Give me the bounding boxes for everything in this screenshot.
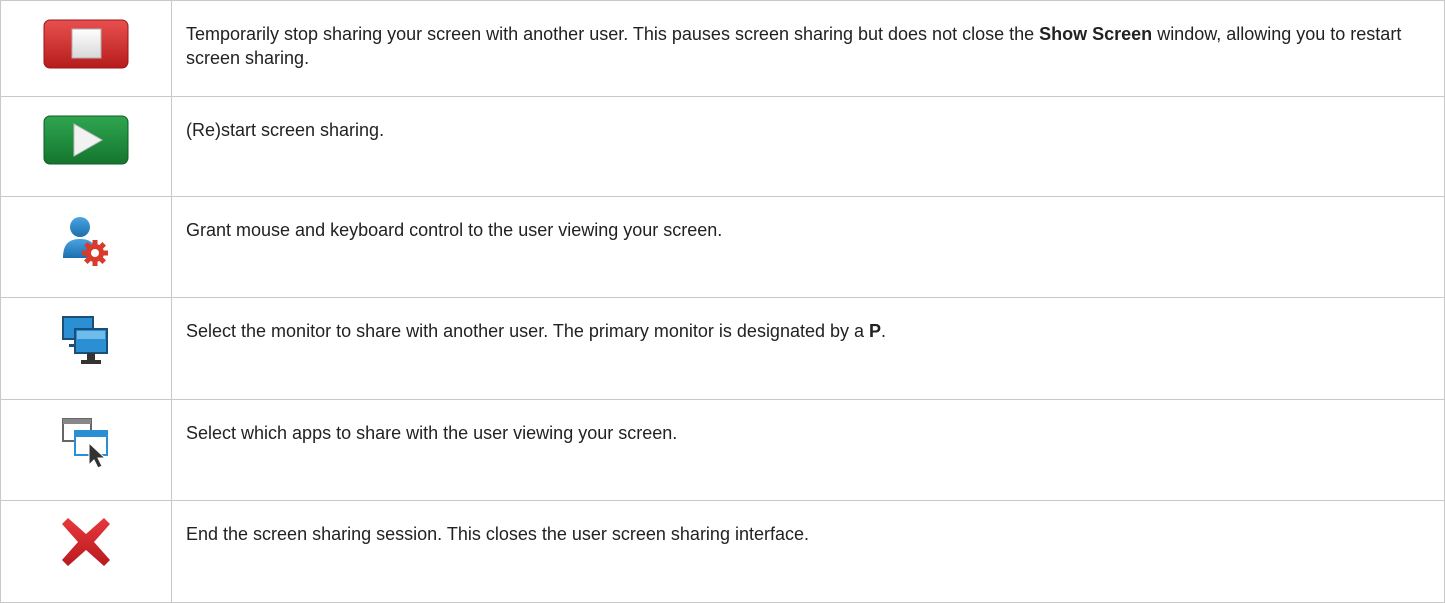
table-row: Select the monitor to share with another… [0, 297, 1445, 400]
description-cell: Grant mouse and keyboard control to the … [171, 196, 1445, 298]
icon-cell [0, 196, 172, 298]
table-row: Grant mouse and keyboard control to the … [0, 196, 1445, 298]
multi-monitor-icon [62, 316, 108, 364]
description-bold: Show Screen [1039, 24, 1153, 44]
app-window-cursor-icon [62, 418, 108, 469]
description-text: End the screen sharing session. This clo… [186, 524, 809, 544]
table-row: (Re)start screen sharing. [0, 96, 1445, 197]
description-cell: (Re)start screen sharing. [171, 96, 1445, 197]
user-gear-icon [63, 217, 108, 266]
description-text: . [881, 321, 887, 341]
screen-sharing-controls-table: Temporarily stop sharing your screen wit… [0, 0, 1445, 603]
table-row: Select which apps to share with the user… [0, 399, 1445, 501]
description-text: Select which apps to share with the user… [186, 423, 678, 443]
description-bold: P [869, 321, 882, 341]
description-text: Grant mouse and keyboard control to the … [186, 220, 723, 240]
icon-cell [0, 399, 172, 501]
description-cell: Select which apps to share with the user… [171, 399, 1445, 501]
table-row: Temporarily stop sharing your screen wit… [0, 0, 1445, 97]
play-icon [43, 115, 129, 165]
icon-cell [0, 0, 172, 97]
description-text: Temporarily stop sharing your screen wit… [186, 24, 1040, 44]
description-cell: Temporarily stop sharing your screen wit… [171, 0, 1445, 97]
description-text: (Re)start screen sharing. [186, 120, 385, 140]
stop-icon [43, 19, 129, 69]
table-row: End the screen sharing session. This clo… [0, 500, 1445, 603]
icon-cell [0, 297, 172, 400]
description-text: Select the monitor to share with another… [186, 321, 870, 341]
close-x-icon [62, 518, 110, 566]
description-cell: Select the monitor to share with another… [171, 297, 1445, 400]
icon-cell [0, 500, 172, 603]
description-cell: End the screen sharing session. This clo… [171, 500, 1445, 603]
icon-cell [0, 96, 172, 197]
